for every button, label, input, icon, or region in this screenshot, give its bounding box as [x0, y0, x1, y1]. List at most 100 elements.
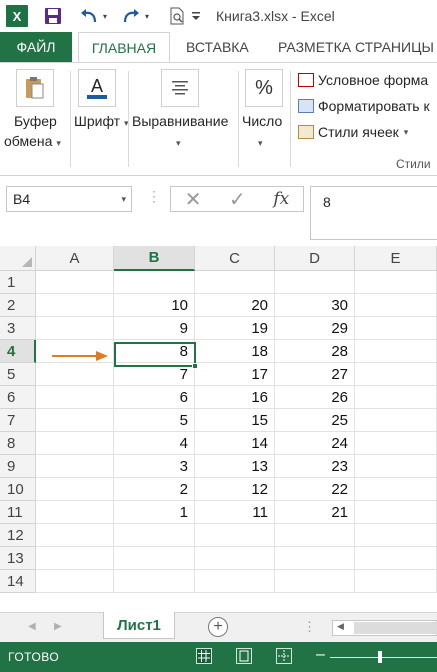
alignment-button[interactable]	[161, 69, 199, 107]
cell-b8[interactable]: 4	[114, 432, 195, 455]
cell-c8[interactable]: 14	[195, 432, 275, 455]
cell-c4[interactable]: 18	[195, 340, 275, 363]
tab-split-grip-icon[interactable]: ⋮	[303, 619, 316, 635]
format-as-table-button[interactable]: Форматировать к	[298, 95, 430, 117]
insert-function-icon[interactable]: fx	[273, 189, 289, 209]
row-header-9[interactable]: 9	[0, 455, 36, 478]
cell-c5[interactable]: 17	[195, 363, 275, 386]
cell-a7[interactable]	[36, 409, 114, 432]
zoom-out-icon[interactable]: –	[316, 646, 325, 664]
clipboard-button[interactable]	[16, 69, 54, 107]
cell-d5[interactable]: 27	[275, 363, 355, 386]
tab-home[interactable]: ГЛАВНАЯ	[78, 32, 170, 63]
formula-bar-grip-icon[interactable]: ⋮	[147, 188, 161, 205]
cell-c12[interactable]	[195, 524, 275, 547]
redo-icon[interactable]	[120, 5, 142, 27]
number-label[interactable]: Число	[242, 113, 282, 129]
cell-b12[interactable]	[114, 524, 195, 547]
scrollbar-thumb[interactable]	[354, 622, 437, 634]
cell-a2[interactable]	[36, 294, 114, 317]
row-header-3[interactable]: 3	[0, 317, 36, 340]
cell-b14[interactable]	[114, 570, 195, 593]
row-header-1[interactable]: 1	[0, 271, 36, 294]
zoom-slider-thumb[interactable]	[378, 651, 382, 663]
excel-logo-icon[interactable]: X	[6, 5, 28, 27]
cell-e14[interactable]	[355, 570, 437, 593]
row-header-11[interactable]: 11	[0, 501, 36, 524]
cell-d9[interactable]: 23	[275, 455, 355, 478]
cell-a12[interactable]	[36, 524, 114, 547]
cell-b1[interactable]	[114, 271, 195, 294]
cell-c3[interactable]: 19	[195, 317, 275, 340]
cell-d6[interactable]: 26	[275, 386, 355, 409]
cell-b11[interactable]: 1	[114, 501, 195, 524]
row-header-6[interactable]: 6	[0, 386, 36, 409]
redo-dropdown-icon[interactable]: ▾	[142, 5, 152, 27]
normal-view-icon[interactable]	[196, 648, 212, 664]
cell-e7[interactable]	[355, 409, 437, 432]
column-header-d[interactable]: D	[275, 246, 355, 271]
row-header-4[interactable]: 4	[0, 340, 36, 363]
column-header-b[interactable]: B	[114, 246, 195, 271]
add-sheet-icon[interactable]: +	[208, 617, 228, 637]
cell-c1[interactable]	[195, 271, 275, 294]
cell-e2[interactable]	[355, 294, 437, 317]
cell-d2[interactable]: 30	[275, 294, 355, 317]
column-header-c[interactable]: C	[195, 246, 275, 271]
cell-d3[interactable]: 29	[275, 317, 355, 340]
cell-d11[interactable]: 21	[275, 501, 355, 524]
row-header-7[interactable]: 7	[0, 409, 36, 432]
print-preview-icon[interactable]	[166, 5, 188, 27]
cell-d13[interactable]	[275, 547, 355, 570]
cell-d8[interactable]: 24	[275, 432, 355, 455]
page-layout-view-icon[interactable]	[236, 648, 252, 664]
cancel-icon[interactable]: ✕	[185, 187, 202, 212]
cell-a5[interactable]	[36, 363, 114, 386]
cell-c14[interactable]	[195, 570, 275, 593]
worksheet-grid[interactable]: A B C D E 1 2 10 20 30 3 9 19 29 4 8 18 28 5 7 17 27 6 6 16…	[0, 246, 437, 612]
select-all-button[interactable]	[0, 246, 36, 271]
cell-c13[interactable]	[195, 547, 275, 570]
cell-a11[interactable]	[36, 501, 114, 524]
cell-b6[interactable]: 6	[114, 386, 195, 409]
fill-handle[interactable]	[192, 363, 198, 369]
cell-b10[interactable]: 2	[114, 478, 195, 501]
cell-e1[interactable]	[355, 271, 437, 294]
cell-d7[interactable]: 25	[275, 409, 355, 432]
cell-e3[interactable]	[355, 317, 437, 340]
alignment-dropdown-icon[interactable]: ▾	[176, 133, 181, 149]
cell-e6[interactable]	[355, 386, 437, 409]
cell-e10[interactable]	[355, 478, 437, 501]
column-header-a[interactable]: A	[36, 246, 114, 271]
scroll-sheets-right-icon[interactable]: ▶	[54, 621, 62, 632]
cell-styles-button[interactable]: Стили ячеек ▾	[298, 121, 408, 143]
cell-e13[interactable]	[355, 547, 437, 570]
customize-qat-icon[interactable]	[190, 5, 202, 27]
cell-d12[interactable]	[275, 524, 355, 547]
font-label-wrap[interactable]: Шрифт ▾	[74, 113, 128, 129]
cell-c10[interactable]: 12	[195, 478, 275, 501]
cell-d10[interactable]: 22	[275, 478, 355, 501]
cell-b9[interactable]: 3	[114, 455, 195, 478]
zoom-slider[interactable]	[330, 657, 437, 658]
cell-a8[interactable]	[36, 432, 114, 455]
name-box[interactable]: B4 ▾	[6, 186, 132, 212]
alignment-label-wrap[interactable]: Выравнивание	[132, 113, 228, 129]
undo-dropdown-icon[interactable]: ▾	[100, 5, 110, 27]
enter-icon[interactable]: ✓	[229, 187, 246, 212]
clipboard-label-2-wrap[interactable]: обмена ▾	[4, 133, 61, 149]
cell-d1[interactable]	[275, 271, 355, 294]
name-box-dropdown-icon[interactable]: ▾	[121, 194, 126, 205]
row-header-2[interactable]: 2	[0, 294, 36, 317]
scroll-sheets-left-icon[interactable]: ◀	[28, 621, 36, 632]
cell-e4[interactable]	[355, 340, 437, 363]
row-header-5[interactable]: 5	[0, 363, 36, 386]
cell-a9[interactable]	[36, 455, 114, 478]
undo-icon[interactable]	[78, 5, 100, 27]
tab-insert[interactable]: ВСТАВКА	[186, 32, 249, 62]
cell-e8[interactable]	[355, 432, 437, 455]
cell-c11[interactable]: 11	[195, 501, 275, 524]
cell-b3[interactable]: 9	[114, 317, 195, 340]
sheet-tab-list1[interactable]: Лист1	[103, 612, 175, 639]
cell-c2[interactable]: 20	[195, 294, 275, 317]
